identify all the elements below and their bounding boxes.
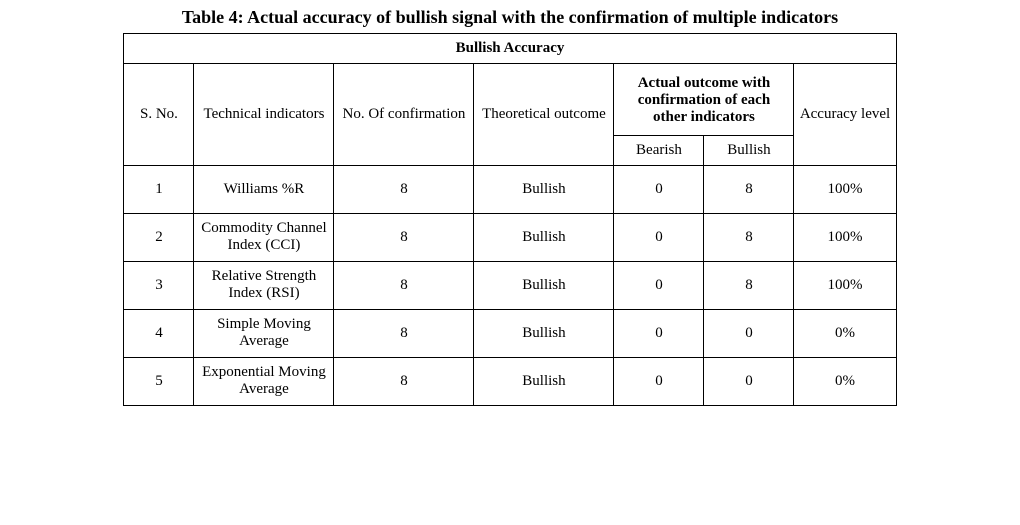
- cell-accuracy: 100%: [794, 213, 896, 261]
- cell-sno: 2: [124, 213, 194, 261]
- cell-indicator: Simple Moving Average: [194, 309, 334, 357]
- table-row: 3 Relative Strength Index (RSI) 8 Bullis…: [124, 261, 896, 309]
- cell-bearish: 0: [614, 213, 704, 261]
- cell-bullish: 8: [704, 261, 794, 309]
- cell-bullish: 0: [704, 357, 794, 405]
- cell-confirm: 8: [334, 309, 474, 357]
- table-row: 2 Commodity Channel Index (CCI) 8 Bullis…: [124, 213, 896, 261]
- cell-sno: 1: [124, 165, 194, 213]
- cell-accuracy: 0%: [794, 309, 896, 357]
- cell-bearish: 0: [614, 261, 704, 309]
- accuracy-table: Bullish Accuracy S. No. Technical indica…: [123, 33, 896, 406]
- cell-sno: 5: [124, 357, 194, 405]
- col-indicators: Technical indicators: [194, 63, 334, 165]
- cell-sno: 3: [124, 261, 194, 309]
- col-bullish: Bullish: [704, 135, 794, 165]
- cell-bullish: 8: [704, 213, 794, 261]
- cell-theoretical: Bullish: [474, 213, 614, 261]
- cell-bullish: 8: [704, 165, 794, 213]
- cell-confirm: 8: [334, 213, 474, 261]
- cell-accuracy: 100%: [794, 261, 896, 309]
- col-bearish: Bearish: [614, 135, 704, 165]
- col-theoretical: Theoretical outcome: [474, 63, 614, 165]
- table-row: 5 Exponential Moving Average 8 Bullish 0…: [124, 357, 896, 405]
- cell-confirm: 8: [334, 165, 474, 213]
- cell-indicator: Relative Strength Index (RSI): [194, 261, 334, 309]
- cell-theoretical: Bullish: [474, 165, 614, 213]
- table-caption: Table 4: Actual accuracy of bullish sign…: [40, 6, 980, 29]
- cell-accuracy: 0%: [794, 357, 896, 405]
- col-actual-group: Actual outcome with confirmation of each…: [614, 63, 794, 135]
- cell-bearish: 0: [614, 165, 704, 213]
- cell-theoretical: Bullish: [474, 309, 614, 357]
- table-row: 4 Simple Moving Average 8 Bullish 0 0 0%: [124, 309, 896, 357]
- table-row: 1 Williams %R 8 Bullish 0 8 100%: [124, 165, 896, 213]
- cell-theoretical: Bullish: [474, 261, 614, 309]
- col-accuracy: Accuracy level: [794, 63, 896, 165]
- table-subtitle: Bullish Accuracy: [124, 33, 896, 63]
- cell-sno: 4: [124, 309, 194, 357]
- col-sno: S. No.: [124, 63, 194, 165]
- cell-theoretical: Bullish: [474, 357, 614, 405]
- cell-indicator: Exponential Moving Average: [194, 357, 334, 405]
- cell-confirm: 8: [334, 357, 474, 405]
- cell-bearish: 0: [614, 309, 704, 357]
- cell-indicator: Williams %R: [194, 165, 334, 213]
- cell-bearish: 0: [614, 357, 704, 405]
- cell-indicator: Commodity Channel Index (CCI): [194, 213, 334, 261]
- cell-confirm: 8: [334, 261, 474, 309]
- cell-accuracy: 100%: [794, 165, 896, 213]
- col-confirmation: No. Of confirmation: [334, 63, 474, 165]
- cell-bullish: 0: [704, 309, 794, 357]
